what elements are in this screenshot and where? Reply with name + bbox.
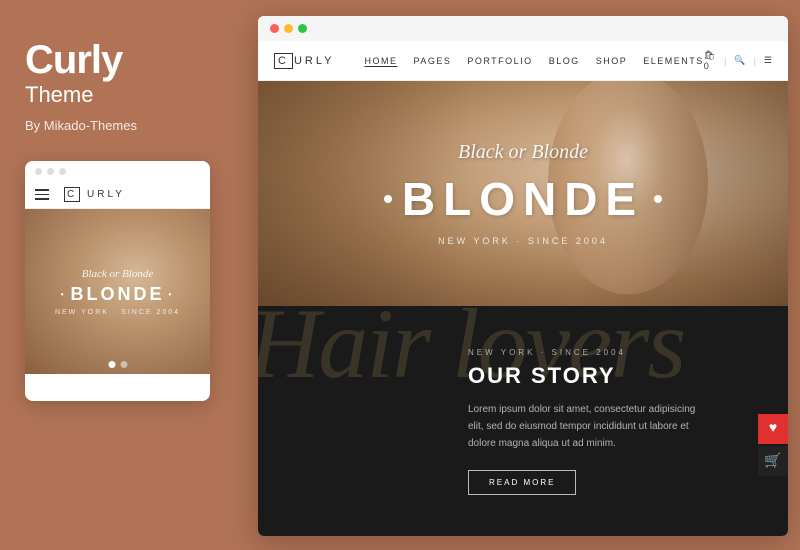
mobile-dot-2 [47,168,54,175]
nav-link-home[interactable]: HOME [364,56,397,66]
mobile-nav-bar: C URLY [25,182,210,209]
mobile-bullet-right: • [169,290,175,299]
win-close-dot [270,24,279,33]
logo-box-letter: C [274,53,293,69]
hero-script-text: Black or Blonde [458,141,588,164]
left-panel: Curly Theme By Mikado-Themes C URLY Blac… [0,0,245,550]
story-body-text: Lorem ipsum dolor sit amet, consectetur … [468,401,708,452]
mobile-indicator-2 [120,361,127,368]
nav-link-portfolio[interactable]: PORTFOLIO [467,56,532,66]
brand-byline: By Mikado-Themes [25,118,137,133]
nav-link-shop[interactable]: SHOP [596,56,628,66]
read-more-button[interactable]: READ MORE [468,470,576,495]
cart-icon[interactable]: 🛍 0 [704,50,716,71]
hero-main-title: BLONDE [384,172,662,226]
mobile-window-controls [25,161,210,182]
desktop-preview-window: C URLY HOME PAGES PORTFOLIO BLOG SHOP EL… [258,16,788,536]
desktop-logo: C URLY [274,53,334,69]
hamburger-icon [35,189,49,200]
floating-cart-icon[interactable]: 🛒 [758,446,788,476]
menu-icon[interactable]: ☰ [764,55,772,66]
icon-separator-1: | [724,56,726,66]
mobile-preview-card: C URLY Black or Blonde • BLONDE • NEW YO… [25,161,210,401]
desktop-nav-icons: 🛍 0 | 🔍 | ☰ [704,50,772,71]
window-controls-bar [258,16,788,41]
win-minimize-dot [284,24,293,33]
desktop-nav-links: HOME PAGES PORTFOLIO BLOG SHOP ELEMENTS [364,56,703,66]
story-eyebrow: NEW YORK · SINCE 2004 [468,348,708,357]
hero-bullet-left [384,195,392,203]
mobile-logo: C URLY [64,187,125,202]
mobile-hero-sub: NEW YORK · SINCE 2004 [55,309,180,316]
story-content-block: NEW YORK · SINCE 2004 OUR STORY Lorem ip… [418,318,758,525]
mobile-carousel-indicators [108,361,127,368]
hero-bullet-right [654,195,662,203]
mobile-dot-1 [35,168,42,175]
nav-link-pages[interactable]: PAGES [413,56,451,66]
hero-sub-text: NEW YORK · SINCE 2004 [438,236,608,246]
brand-title: Curly [25,40,122,80]
icon-separator-2: | [754,56,756,66]
search-icon[interactable]: 🔍 [734,55,745,66]
desktop-hero-section: Black or Blonde BLONDE NEW YORK · SINCE … [258,81,788,306]
nav-link-blog[interactable]: BLOG [549,56,580,66]
floating-heart-icon[interactable]: ♥ [758,414,788,444]
mobile-bullet-left: • [61,290,67,299]
story-title: OUR STORY [468,363,708,389]
mobile-hero-script: Black or Blonde [82,268,153,280]
nav-link-elements[interactable]: ELEMENTS [643,56,704,66]
mobile-indicator-1 [108,361,115,368]
hero-title-text: BLONDE [402,172,644,226]
brand-subtitle: Theme [25,82,93,108]
hero-content: Black or Blonde BLONDE NEW YORK · SINCE … [258,81,788,306]
desktop-nav-bar: C URLY HOME PAGES PORTFOLIO BLOG SHOP EL… [258,41,788,81]
floating-action-icons: ♥ 🛒 [758,414,788,476]
win-maximize-dot [298,24,307,33]
mobile-dot-3 [59,168,66,175]
story-section: Hair lovers NEW YORK · SINCE 2004 OUR ST… [258,306,788,536]
mobile-hero-title: • BLONDE • [61,284,175,305]
mobile-hero-section: Black or Blonde • BLONDE • NEW YORK · SI… [25,209,210,374]
